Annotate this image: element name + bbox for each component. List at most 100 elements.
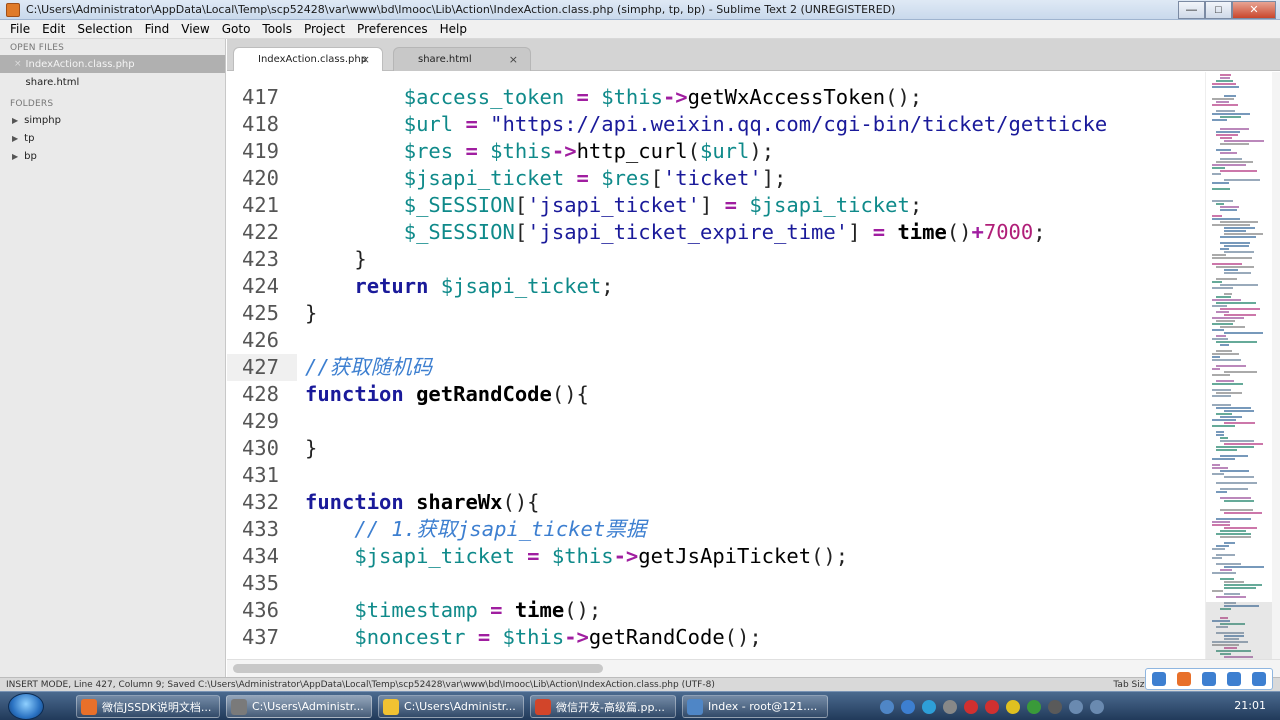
code-line[interactable]: 424 return $jsapi_ticket;	[227, 273, 1204, 300]
ime-toolbar[interactable]	[1145, 668, 1273, 690]
taskbar-item-sublime[interactable]: C:\Users\Administr...	[226, 695, 372, 718]
code-line[interactable]: 427 //获取随机码	[227, 354, 1204, 381]
tray-app-icon[interactable]	[943, 699, 957, 714]
code-line[interactable]: 421 $_SESSION['jsapi_ticket'] = $jsapi_t…	[227, 192, 1204, 219]
code-line[interactable]: 417 $access_token = $this->getWxAccessTo…	[227, 84, 1204, 111]
code-token: =	[477, 625, 491, 649]
tab-indexaction[interactable]: IndexAction.class.php ×	[233, 47, 383, 71]
network-icon[interactable]	[1069, 699, 1083, 714]
close-file-icon[interactable]: ×	[14, 59, 22, 69]
code-line[interactable]: 434 $jsapi_ticket = $this->getJsApiTicke…	[227, 543, 1204, 570]
record-icon[interactable]	[964, 699, 978, 714]
minimap[interactable]	[1205, 72, 1272, 659]
taskbar-item-terminal[interactable]: Index - root@121....	[682, 695, 828, 718]
minimap-line	[1224, 314, 1256, 316]
ime-keyboard-icon[interactable]	[1227, 672, 1242, 686]
code-token: getWxAccessToken	[687, 85, 886, 109]
menu-find[interactable]: Find	[139, 22, 176, 36]
code-line[interactable]: 422 $_SESSION['jsapi_ticket_expire_time'…	[227, 219, 1204, 246]
ime-settings-icon[interactable]	[1252, 672, 1267, 686]
maximize-button[interactable]: □	[1205, 0, 1232, 19]
minimap-line	[1220, 308, 1260, 310]
menu-view[interactable]: View	[175, 22, 215, 36]
taskbar-item-explorer[interactable]: C:\Users\Administr...	[378, 695, 524, 718]
folder-item[interactable]: ▶ simphp	[0, 111, 225, 129]
code-line[interactable]: 418 $url = "https://api.weixin.qq.com/cg…	[227, 111, 1204, 138]
code-line[interactable]: 429	[227, 408, 1204, 435]
tab-close-icon[interactable]: ×	[361, 53, 370, 66]
code-line[interactable]: 420 $jsapi_ticket = $res['ticket'];	[227, 165, 1204, 192]
minimap-line	[1224, 230, 1246, 232]
code-token: $url	[403, 112, 454, 136]
open-file-item[interactable]: × share.html	[0, 73, 225, 91]
folder-item[interactable]: ▶ tp	[0, 129, 225, 147]
horizontal-scrollbar[interactable]	[227, 659, 1280, 677]
start-button[interactable]	[8, 693, 44, 720]
code-token: +	[971, 220, 984, 244]
tab-share-html[interactable]: share.html ×	[393, 47, 531, 71]
code-token: [	[514, 220, 528, 244]
ime-chinese-icon[interactable]	[1176, 672, 1191, 686]
minimap-viewport[interactable]	[1206, 602, 1272, 659]
minimap-line	[1216, 554, 1235, 556]
menu-tools[interactable]: Tools	[256, 22, 298, 36]
tray-app-icon[interactable]	[901, 699, 915, 714]
code-line[interactable]: 437 $noncestr = $this->getRandCode();	[227, 624, 1204, 651]
tray-app-icon[interactable]	[1006, 699, 1020, 714]
code-line[interactable]: 433 // 1.获取jsapi_ticket票据	[227, 516, 1204, 543]
code-token: 'ticket'	[662, 166, 762, 190]
expand-arrow-icon[interactable]: ▶	[12, 152, 18, 161]
clock[interactable]: 21:01	[1234, 699, 1266, 712]
minimize-button[interactable]: —	[1178, 0, 1205, 19]
volume-icon[interactable]	[1090, 699, 1104, 714]
code-line[interactable]: 432 function shareWx(){	[227, 489, 1204, 516]
tray-app-icon[interactable]	[985, 699, 999, 714]
code-line[interactable]: 435	[227, 570, 1204, 597]
close-button[interactable]: ✕	[1232, 0, 1276, 19]
tray-app-icon[interactable]	[1048, 699, 1062, 714]
menu-edit[interactable]: Edit	[36, 22, 71, 36]
ime-logo-icon[interactable]	[1151, 672, 1166, 686]
minimap-line	[1216, 449, 1237, 451]
line-number: 431	[241, 463, 279, 487]
menu-preferences[interactable]: Preferences	[351, 22, 434, 36]
minimap-line	[1216, 203, 1224, 205]
sublime-app-icon	[6, 2, 20, 17]
powerpoint-icon	[535, 698, 551, 715]
open-file-item[interactable]: × IndexAction.class.php	[0, 55, 225, 73]
menu-goto[interactable]: Goto	[216, 22, 257, 36]
code-text: //获取随机码	[305, 354, 432, 381]
code-token: }	[305, 301, 318, 325]
taskbar-item-powerpoint[interactable]: 微信开发-高级篇.pp...	[530, 695, 676, 718]
menu-project[interactable]: Project	[298, 22, 351, 36]
tray-app-icon[interactable]	[1027, 699, 1041, 714]
code-line[interactable]: 436 $timestamp = time();	[227, 597, 1204, 624]
tab-close-icon[interactable]: ×	[509, 53, 518, 66]
vertical-scrollbar[interactable]	[1272, 72, 1280, 659]
ime-punctuation-icon[interactable]	[1201, 672, 1216, 686]
code-line[interactable]: 428 function getRandCode(){	[227, 381, 1204, 408]
code-line[interactable]: 430}	[227, 435, 1204, 462]
taskbar-item-browser[interactable]: 微信JSSDK说明文档...	[76, 695, 220, 718]
horizontal-scrollbar-thumb[interactable]	[233, 664, 603, 673]
code-line[interactable]: 423 }	[227, 246, 1204, 273]
expand-arrow-icon[interactable]: ▶	[12, 134, 18, 143]
menu-help[interactable]: Help	[434, 22, 473, 36]
tray-app-icon[interactable]	[922, 699, 936, 714]
folder-item[interactable]: ▶ bp	[0, 147, 225, 165]
code-line[interactable]: 425}	[227, 300, 1204, 327]
code-line[interactable]: 419 $res = $this->http_curl($url);	[227, 138, 1204, 165]
code-token: (){	[551, 382, 589, 406]
minimap-line	[1224, 476, 1254, 478]
code-line[interactable]: 426	[227, 327, 1204, 354]
code-token: "https://api.weixin.qq.com/cgi-bin/ticke…	[490, 112, 1108, 136]
taskbar-item-label: Index - root@121....	[708, 700, 818, 713]
code-line[interactable]: 431	[227, 462, 1204, 489]
menu-selection[interactable]: Selection	[71, 22, 138, 36]
tray-app-icon[interactable]	[880, 699, 894, 714]
taskbar-item-label: C:\Users\Administr...	[404, 700, 516, 713]
minimap-line	[1216, 80, 1233, 82]
code-editor[interactable]: 417 $access_token = $this->getWxAccessTo…	[227, 72, 1204, 659]
expand-arrow-icon[interactable]: ▶	[12, 116, 18, 125]
menu-file[interactable]: File	[4, 22, 36, 36]
